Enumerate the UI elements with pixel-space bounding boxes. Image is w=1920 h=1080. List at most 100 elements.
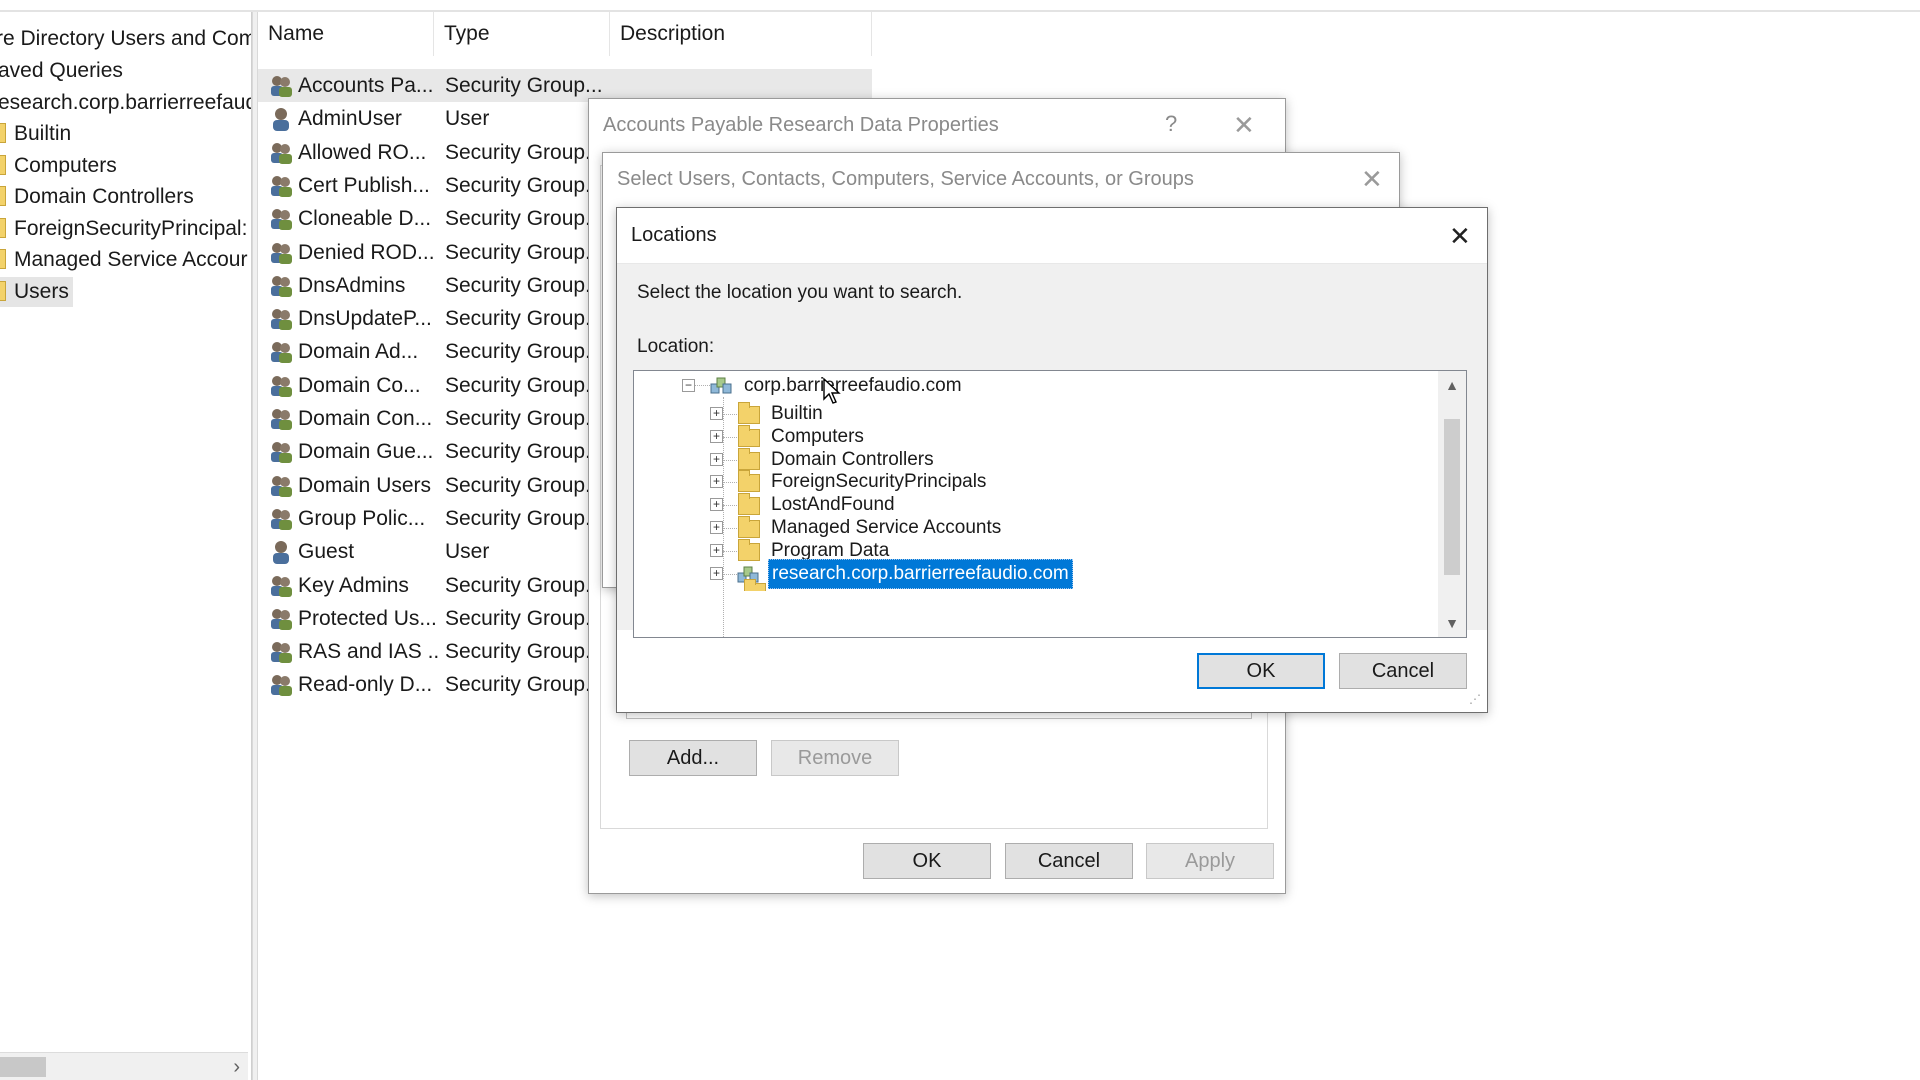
column-header-name[interactable]: Name xyxy=(258,12,434,56)
cell-type: Security Group... xyxy=(445,573,603,597)
scrollbar-thumb[interactable] xyxy=(0,1057,46,1077)
expand-icon[interactable]: + xyxy=(710,407,723,420)
column-header-description[interactable]: Description xyxy=(610,12,872,56)
tree-item-label: aved Queries xyxy=(0,59,123,82)
cell-name: Domain Ad... xyxy=(298,340,419,364)
scroll-right-arrow-icon[interactable]: › xyxy=(233,1053,240,1080)
group-icon xyxy=(268,273,294,299)
tree-item-computers[interactable]: Computers xyxy=(0,151,117,181)
tree-item-managed-service-accounts[interactable]: Managed Service Accour xyxy=(0,245,247,275)
location-tree[interactable]: − corp.barrierreefaudio.com + Builtin + Com… xyxy=(633,370,1467,638)
tree-item-domain-controllers[interactable]: Domain Controllers xyxy=(0,182,194,212)
cell-type: Security Group... xyxy=(445,340,603,364)
tree-item-root[interactable]: re Directory Users and Com xyxy=(0,24,252,54)
tree-item-label: re Directory Users and Com xyxy=(0,27,252,50)
tree-item-research-domain[interactable]: esearch.corp.barrierreefaud xyxy=(0,88,252,118)
group-icon xyxy=(268,339,294,365)
expand-icon[interactable]: + xyxy=(710,475,723,489)
add-button[interactable]: Add... xyxy=(629,740,757,776)
cell-type: Security Group... xyxy=(445,207,603,231)
properties-cancel-button[interactable]: Cancel xyxy=(1005,843,1133,879)
tree-item-label: Managed Service Accour xyxy=(14,248,248,271)
cell-type: User xyxy=(445,107,490,131)
cell-type: Security Group... xyxy=(445,606,603,630)
tree-node-partial[interactable] xyxy=(634,579,1414,591)
properties-dialog-title: Accounts Payable Research Data Propertie… xyxy=(603,114,999,136)
apply-button[interactable]: Apply xyxy=(1146,843,1274,879)
tree-item-foreign-security-principals[interactable]: ForeignSecurityPrincipal: xyxy=(0,214,247,244)
collapse-icon[interactable]: − xyxy=(682,379,695,392)
tree-item-label: Domain Controllers xyxy=(14,185,194,208)
properties-ok-button[interactable]: OK xyxy=(863,843,991,879)
cell-type: Security Group... xyxy=(445,673,603,697)
instruction-text: Select the location you want to search. xyxy=(637,282,963,303)
locations-ok-button[interactable]: OK xyxy=(1197,653,1325,689)
close-icon[interactable]: ✕ xyxy=(1361,166,1383,192)
cell-name: Guest xyxy=(298,540,355,564)
cell-name: Read-only D... xyxy=(298,673,433,697)
folder-icon xyxy=(0,186,6,206)
group-icon xyxy=(268,173,294,199)
location-tree-scrollbar[interactable]: ▲ ▼ xyxy=(1438,371,1466,637)
cell-type: Security Group... xyxy=(445,74,603,97)
cell-type: Security Group... xyxy=(445,407,603,430)
console-tree[interactable]: re Directory Users and Com aved Queries … xyxy=(0,12,252,1080)
scrollbar-thumb[interactable] xyxy=(1444,419,1460,575)
folder-icon xyxy=(0,281,6,301)
expand-icon[interactable]: + xyxy=(710,452,723,466)
tree-horizontal-scrollbar[interactable]: › xyxy=(0,1052,248,1080)
tree-guide-line xyxy=(723,505,739,507)
cell-name: Allowed RO... xyxy=(298,140,427,164)
folder-icon xyxy=(738,447,760,470)
folder-icon xyxy=(738,470,760,493)
group-icon xyxy=(268,306,294,332)
close-icon[interactable]: ✕ xyxy=(1449,223,1471,249)
group-icon xyxy=(268,439,294,465)
remove-button[interactable]: Remove xyxy=(771,740,899,776)
tree-node-root-domain[interactable]: − corp.barrierreefaudio.com xyxy=(634,372,1414,400)
group-icon xyxy=(268,206,294,232)
group-icon xyxy=(268,73,294,99)
cell-name: RAS and IAS ... xyxy=(298,640,438,664)
tree-item-builtin[interactable]: Builtin xyxy=(0,119,71,149)
cell-type: Security Group... xyxy=(445,307,603,331)
expand-icon[interactable]: + xyxy=(710,543,723,557)
tree-item-label: Computers xyxy=(14,154,117,177)
folder-icon xyxy=(744,579,766,591)
folder-icon xyxy=(738,402,760,424)
tree-item-users[interactable]: Users xyxy=(0,277,73,307)
locations-dialog: Locations ✕ Select the location you want… xyxy=(616,207,1488,713)
cell-name: DnsAdmins xyxy=(298,273,406,297)
resize-grip-icon[interactable]: ⋰ xyxy=(1469,692,1481,706)
column-header-type[interactable]: Type xyxy=(434,12,610,56)
expand-icon[interactable]: + xyxy=(710,566,723,580)
cell-name: Domain Users xyxy=(298,473,432,497)
locations-titlebar: Locations ✕ xyxy=(617,208,1487,264)
locations-cancel-button[interactable]: Cancel xyxy=(1339,653,1467,689)
tree-item-saved-queries[interactable]: aved Queries xyxy=(0,56,123,86)
scroll-up-arrow-icon[interactable]: ▲ xyxy=(1438,377,1466,393)
help-icon[interactable]: ? xyxy=(1165,111,1177,137)
tree-guide-line xyxy=(723,528,739,529)
expand-icon[interactable]: + xyxy=(710,498,723,512)
cell-type: Security Group... xyxy=(445,140,603,164)
cell-type: User xyxy=(445,540,490,564)
folder-icon xyxy=(0,123,6,143)
expand-icon[interactable]: + xyxy=(710,521,723,534)
mouse-cursor-icon xyxy=(823,377,841,404)
user-icon xyxy=(268,539,294,565)
tree-item-label: esearch.corp.barrierreefaud xyxy=(0,91,252,114)
tree-item-label: ForeignSecurityPrincipal: xyxy=(14,217,248,240)
cell-name: Key Admins xyxy=(298,573,409,597)
tree-node-label: corp.barrierreefaudio.com xyxy=(744,375,962,396)
group-icon xyxy=(268,639,294,665)
expand-icon[interactable]: + xyxy=(710,429,723,443)
close-icon[interactable]: ✕ xyxy=(1233,112,1255,138)
scroll-down-arrow-icon[interactable]: ▼ xyxy=(1438,615,1466,631)
tree-guide-line xyxy=(723,459,739,461)
folder-icon xyxy=(0,249,6,269)
group-icon xyxy=(268,573,294,599)
group-icon xyxy=(268,406,294,432)
cell-type: Security Group... xyxy=(445,440,603,464)
cell-name: Accounts Pa... xyxy=(298,74,434,97)
